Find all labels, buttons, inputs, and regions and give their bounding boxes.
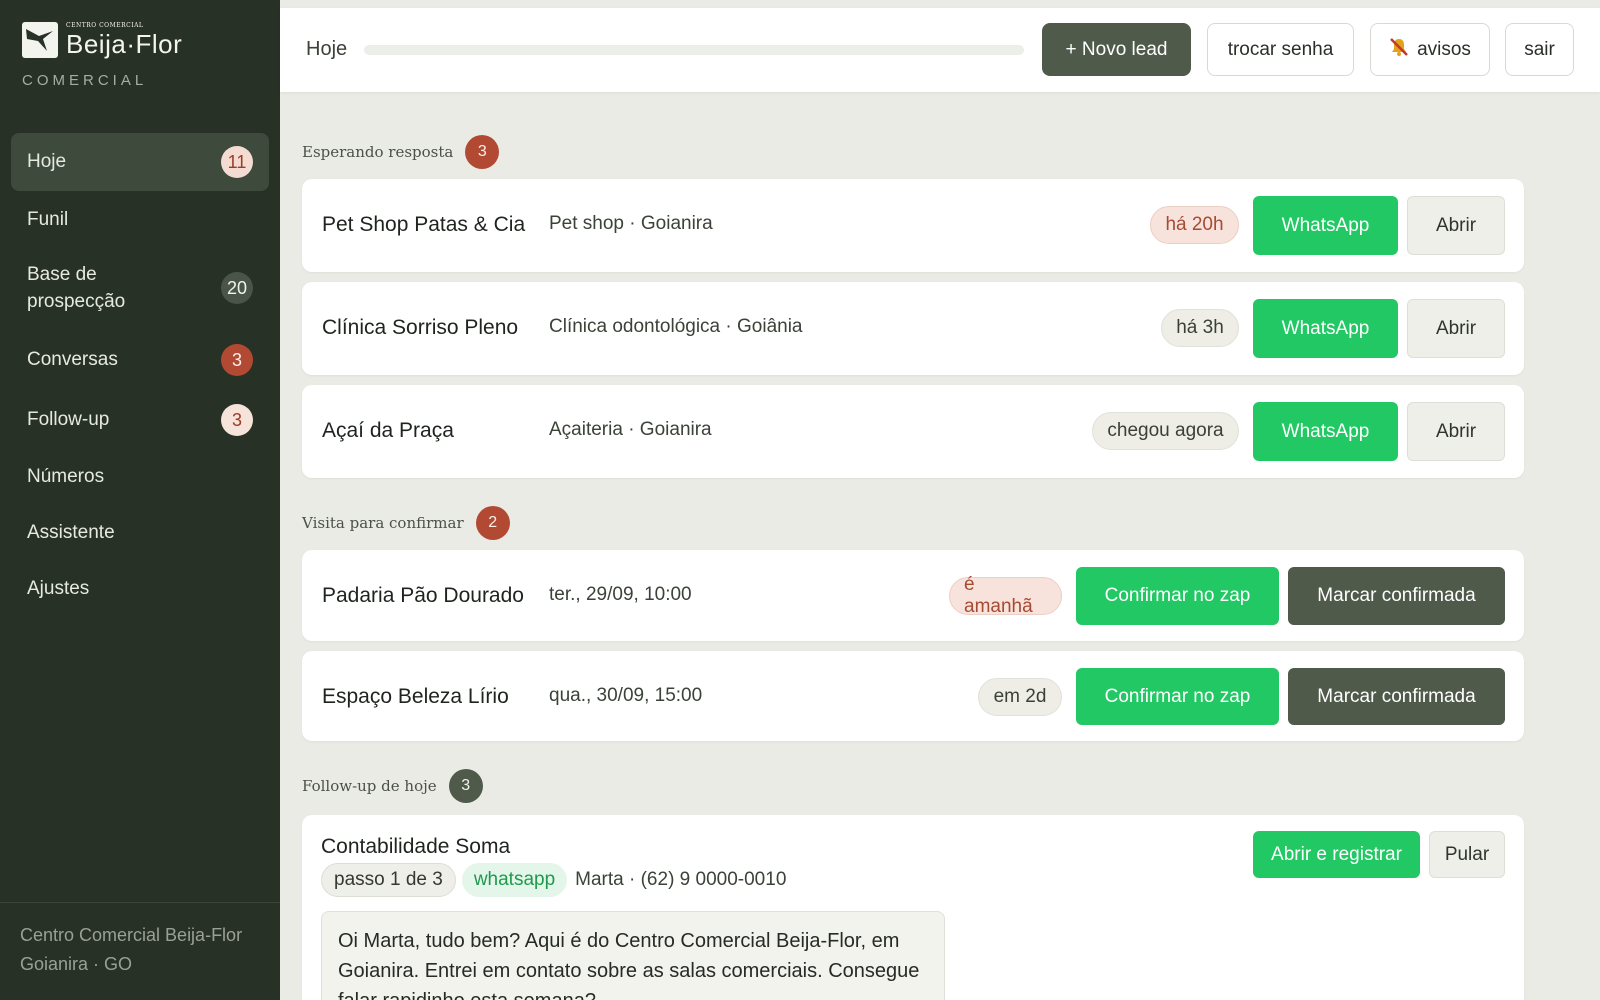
brand-subtitle: COMERCIAL (22, 72, 148, 89)
time-badge: há 3h (1161, 309, 1239, 347)
sidebar-item-label: Base de prospecção (27, 264, 126, 312)
step-tag: passo 1 de 3 (321, 863, 456, 897)
new-lead-button[interactable]: + Novo lead (1042, 23, 1191, 76)
section-count-badge: 2 (475, 506, 510, 540)
sidebar-item-follow-up[interactable]: Follow-up 3 (11, 392, 269, 448)
sidebar-item-assistente[interactable]: Assistente (11, 506, 269, 560)
page-title: Hoje (306, 38, 348, 60)
sidebar: CENTRO COMERCIAL Beija·Flor COMERCIAL Ho… (0, 0, 280, 1000)
section-visits-header: Visita para confirmar 2 (302, 506, 510, 540)
sidebar-footer: Centro Comercial Beija-Flor Goianira · G… (0, 902, 280, 979)
open-button[interactable]: Abrir (1407, 299, 1505, 358)
lead-card: Clínica Sorriso Pleno Clínica odontológi… (302, 282, 1524, 375)
visit-datetime: ter., 29/09, 10:00 (549, 584, 692, 605)
open-register-button[interactable]: Abrir e registrar (1253, 831, 1420, 878)
lead-card: Açaí da Praça Açaiteria · Goianira chego… (302, 385, 1524, 478)
confirm-zap-button[interactable]: Confirmar no zap (1076, 567, 1279, 625)
hummingbird-logo-icon (22, 22, 58, 58)
time-badge: há 20h (1150, 206, 1239, 244)
sidebar-item-conversas[interactable]: Conversas 3 (11, 328, 269, 392)
followup-tags: passo 1 de 3 whatsapp Marta · (62) 9 000… (321, 863, 786, 897)
sidebar-item-label: Conversas (27, 349, 118, 370)
sidebar-item-label: Follow-up (27, 409, 110, 430)
followup-name: Contabilidade Soma (321, 835, 511, 858)
visit-datetime: qua., 30/09, 15:00 (549, 685, 703, 706)
sidebar-item-badge: 11 (221, 146, 253, 178)
section-title: Follow-up de hoje (302, 777, 437, 795)
visit-card: Padaria Pão Dourado ter., 29/09, 10:00 é… (302, 550, 1524, 641)
footer-location: Goianira · GO (20, 954, 133, 974)
whatsapp-button[interactable]: WhatsApp (1253, 299, 1398, 358)
brand-name: Beija·Flor (66, 29, 183, 59)
lead-name: Pet Shop Patas & Cia (322, 213, 526, 236)
visit-card: Espaço Beleza Lírio qua., 30/09, 15:00 e… (302, 651, 1524, 741)
sidebar-item-badge: 20 (220, 272, 253, 304)
section-count-badge: 3 (465, 135, 500, 169)
whatsapp-button[interactable]: WhatsApp (1253, 402, 1398, 461)
when-badge: é amanhã (949, 574, 1062, 617)
logout-button[interactable]: sair (1505, 23, 1574, 76)
lead-meta: Clínica odontológica · Goiânia (549, 316, 803, 337)
lead-card: Pet Shop Patas & Cia Pet shop · Goianira… (302, 179, 1524, 272)
sidebar-item-base-prospeccao[interactable]: Base de prospecção 20 (11, 248, 269, 328)
sidebar-item-label: Ajustes (27, 578, 90, 599)
sidebar-item-label: Hoje (27, 151, 67, 172)
followup-message[interactable]: Oi Marta, tudo bem? Aqui é do Centro Com… (321, 911, 945, 1000)
time-badge: chegou agora (1092, 412, 1239, 450)
section-waiting-header: Esperando resposta 3 (302, 135, 500, 169)
lead-name: Açaí da Praça (322, 419, 454, 442)
bell-muted-icon (1389, 37, 1409, 63)
channel-tag: whatsapp (461, 863, 568, 897)
brand: CENTRO COMERCIAL Beija·Flor COMERCIAL (22, 22, 262, 89)
whatsapp-button[interactable]: WhatsApp (1253, 196, 1398, 255)
lead-meta: Pet shop · Goianira (549, 213, 713, 234)
visit-name: Espaço Beleza Lírio (322, 685, 509, 708)
mark-confirmed-button[interactable]: Marcar confirmada (1288, 668, 1505, 725)
lead-meta: Açaiteria · Goianira (549, 419, 712, 440)
sidebar-nav: Hoje 11 Funil Base de prospecção 20 Conv… (11, 133, 269, 618)
sidebar-item-hoje[interactable]: Hoje 11 (11, 133, 269, 191)
sidebar-item-label: Funil (27, 209, 69, 230)
followup-contact: Marta · (62) 9 0000-0010 (575, 869, 787, 890)
lead-name: Clínica Sorriso Pleno (322, 316, 519, 339)
sidebar-item-badge: 3 (221, 344, 253, 376)
sidebar-item-label: Assistente (27, 522, 115, 543)
change-password-button[interactable]: trocar senha (1207, 23, 1354, 76)
mark-confirmed-button[interactable]: Marcar confirmada (1288, 567, 1505, 625)
when-badge: em 2d (978, 678, 1062, 716)
visit-name: Padaria Pão Dourado (322, 584, 524, 607)
sidebar-item-ajustes[interactable]: Ajustes (11, 560, 269, 618)
notices-label: avisos (1417, 38, 1471, 60)
top-bar: Hoje + Novo lead trocar senha avisos sai… (280, 8, 1600, 92)
sidebar-item-badge: 3 (221, 404, 253, 436)
sidebar-item-numeros[interactable]: Números (11, 448, 269, 506)
sidebar-item-funil[interactable]: Funil (11, 192, 269, 248)
followup-card: Contabilidade Soma passo 1 de 3 whatsapp… (302, 815, 1524, 1000)
open-button[interactable]: Abrir (1407, 402, 1505, 461)
search-bar[interactable] (364, 45, 1024, 55)
section-title: Esperando resposta (302, 143, 454, 161)
section-followup-header: Follow-up de hoje 3 (302, 769, 483, 803)
notices-button[interactable]: avisos (1370, 23, 1490, 76)
footer-company: Centro Comercial Beija-Flor (20, 925, 243, 945)
sidebar-item-label: Números (27, 466, 105, 487)
section-title: Visita para confirmar (302, 514, 464, 532)
open-button[interactable]: Abrir (1407, 196, 1505, 255)
skip-button[interactable]: Pular (1429, 831, 1505, 878)
confirm-zap-button[interactable]: Confirmar no zap (1076, 668, 1279, 725)
section-count-badge: 3 (448, 769, 483, 803)
